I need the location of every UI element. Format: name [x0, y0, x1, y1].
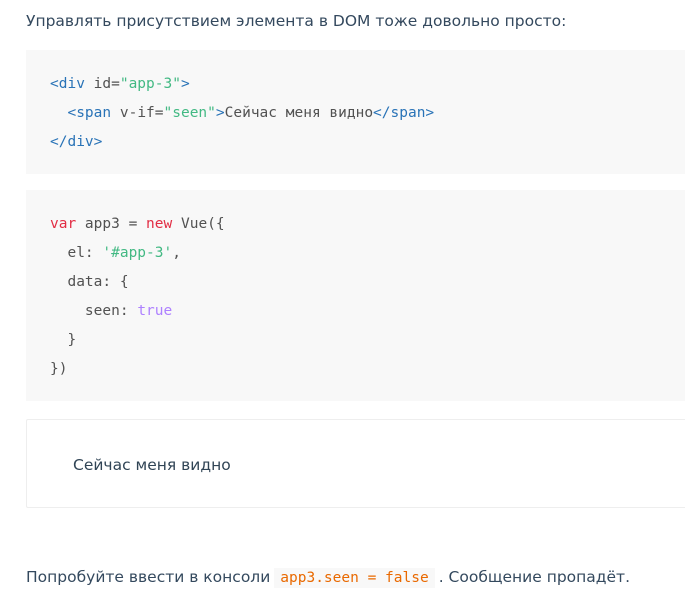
- intro-paragraph: Управлять присутствием элемента в DOM то…: [26, 12, 567, 30]
- footer-text-after: . Сообщение пропадёт.: [438, 568, 630, 586]
- js-code-block: var app3 = new Vue({ el: '#app-3', data:…: [26, 190, 685, 401]
- code-key: el:: [67, 245, 103, 261]
- code-text: app3 =: [76, 216, 147, 232]
- code-text: Vue({: [172, 216, 225, 232]
- code-tag: </div>: [50, 134, 103, 150]
- code-tag: </span>: [373, 105, 435, 121]
- code-tag: >: [180, 76, 190, 92]
- code-tag: <div: [50, 76, 85, 92]
- code-string: "seen": [163, 105, 216, 121]
- code-text: Сейчас меня видно: [224, 105, 374, 121]
- demo-output-box: Сейчас меня видно: [26, 419, 685, 508]
- inline-code: app3.seen = false: [274, 568, 435, 588]
- code-line: </div>: [50, 128, 685, 157]
- code-line: var app3 = new Vue({: [50, 210, 685, 239]
- code-keyword: new: [146, 216, 173, 232]
- code-text: }): [50, 361, 68, 377]
- code-line: <div id="app-3">: [50, 70, 685, 99]
- code-line: }): [50, 355, 685, 384]
- code-string: "app-3": [119, 76, 181, 92]
- code-text: data: {: [67, 274, 129, 290]
- code-attr: v-if=: [111, 105, 164, 121]
- code-line: seen: true: [50, 297, 685, 326]
- code-line: }: [50, 326, 685, 355]
- code-tag: >: [215, 105, 225, 121]
- footer-text-before: Попробуйте ввести в консоли: [26, 568, 271, 586]
- code-key: seen:: [84, 303, 138, 319]
- code-string: '#app-3': [102, 245, 173, 261]
- code-line: <span v-if="seen">Сейчас меня видно</spa…: [50, 99, 685, 128]
- code-keyword: var: [50, 216, 77, 232]
- code-text: }: [67, 332, 77, 348]
- code-line: data: {: [50, 268, 685, 297]
- footer-paragraph: Попробуйте ввести в консоли app3.seen = f…: [26, 566, 630, 589]
- html-code-block: <div id="app-3"> <span v-if="seen">Сейча…: [26, 50, 685, 174]
- code-boolean: true: [137, 303, 173, 319]
- code-tag: <span: [67, 105, 112, 121]
- demo-output-text: Сейчас меня видно: [73, 456, 231, 474]
- code-attr: id=: [84, 76, 120, 92]
- code-line: el: '#app-3',: [50, 239, 685, 268]
- code-punct: ,: [172, 245, 181, 261]
